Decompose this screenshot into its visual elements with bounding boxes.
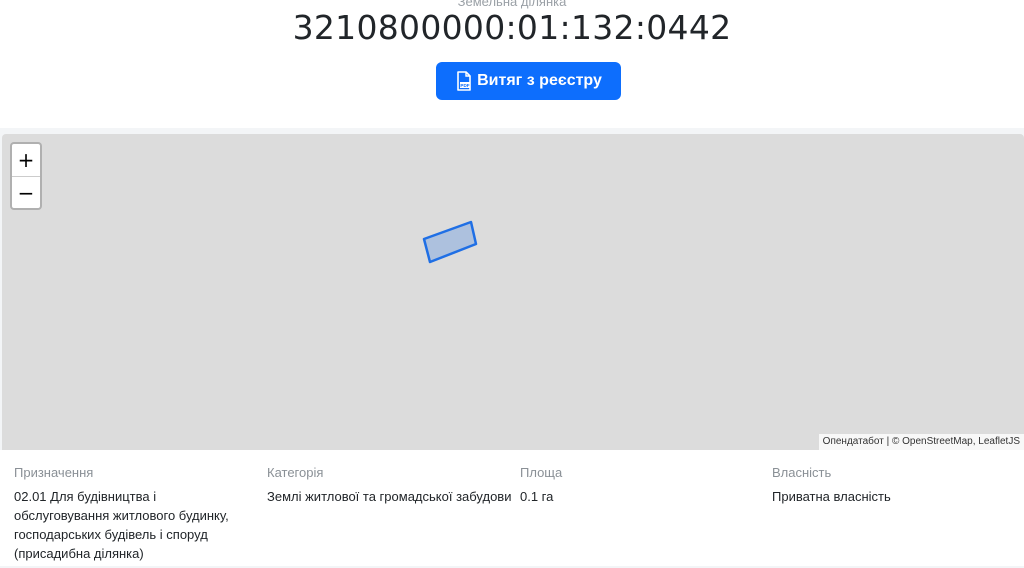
registry-extract-label: Витяг з реєстру [477,72,602,89]
area-value: 0.1 га [520,489,554,504]
parcel-polygon[interactable] [422,220,478,264]
zoom-out-button[interactable]: − [12,177,40,209]
attribution-separator: | © [883,436,903,447]
category-field: Категорія Землі житлової та громадської … [267,465,517,506]
ownership-field: Власність Приватна власність [772,465,1012,506]
category-value: Землі житлової та громадської забудови [267,489,512,504]
cadastral-number: 3210800000:01:132:0442 [292,8,732,47]
parcel-header: Земельна ділянка 3210800000:01:132:0442 … [0,0,1024,128]
attribution-opendatabot-link[interactable]: Опендатабот [823,436,884,447]
attribution-osm-link[interactable]: OpenStreetMap [902,436,973,447]
svg-text:PDF: PDF [461,83,470,88]
ownership-label: Власність [772,465,832,480]
purpose-label: Призначення [14,465,94,480]
parcel-details: Призначення 02.01 Для будівництва і обсл… [0,450,1024,566]
area-label: Площа [520,465,563,480]
parcel-map[interactable]: + − Опендатабот | © OpenStreetMap, Leafl… [2,134,1024,450]
ownership-value: Приватна власність [772,489,891,504]
map-attribution: Опендатабот | © OpenStreetMap, LeafletJS [818,434,1024,450]
zoom-control: + − [10,142,42,210]
category-label: Категорія [267,465,324,480]
area-field: Площа 0.1 га [520,465,760,506]
zoom-in-button[interactable]: + [12,144,40,177]
parcel-polygon-layer [422,220,478,264]
attribution-leaflet-link[interactable]: LeafletJS [978,436,1020,447]
purpose-value: 02.01 Для будівництва і обслуговування ж… [14,489,229,561]
registry-extract-button[interactable]: PDF Витяг з реєстру [436,62,621,100]
pdf-file-icon: PDF [457,71,471,91]
purpose-field: Призначення 02.01 Для будівництва і обсл… [14,465,254,563]
